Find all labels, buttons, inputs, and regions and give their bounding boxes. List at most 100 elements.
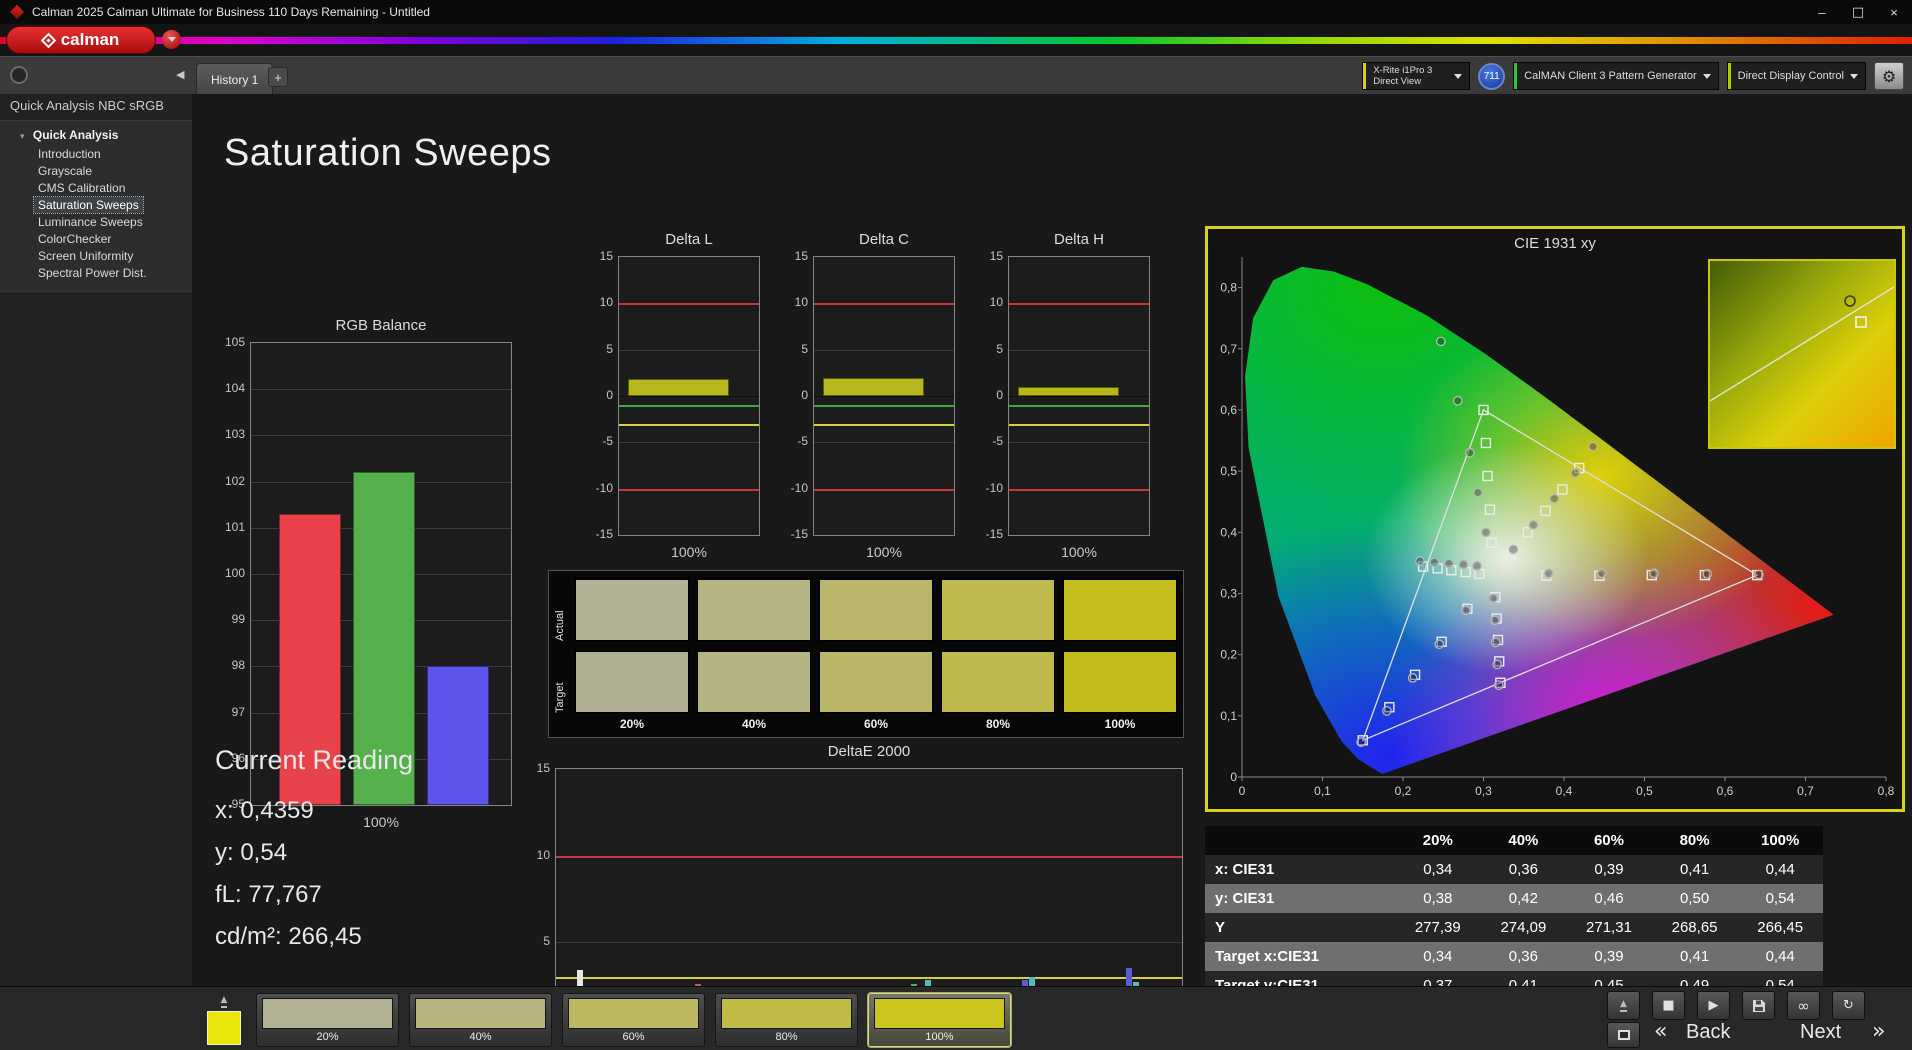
row-label: Target x:CIE31 <box>1205 942 1395 971</box>
maximize-button[interactable]: □ <box>1840 0 1876 24</box>
window-controls: – □ × <box>1804 0 1912 24</box>
patch-button-60%[interactable]: 60% <box>562 993 705 1047</box>
measured-point <box>1588 441 1598 452</box>
cell-value: 0,39 <box>1566 855 1652 884</box>
patch-button-100%[interactable]: 100% <box>868 993 1011 1047</box>
reference-line <box>619 488 759 491</box>
tree-item-colorchecker[interactable]: ColorChecker <box>34 231 115 247</box>
loop-button[interactable]: ∞ <box>1787 991 1820 1020</box>
tree-item-grayscale[interactable]: Grayscale <box>34 163 96 179</box>
close-button[interactable]: × <box>1876 0 1912 24</box>
tree-item-introduction[interactable]: Introduction <box>34 146 105 162</box>
measured-point <box>1528 520 1539 530</box>
tree-item-cms-calibration[interactable]: CMS Calibration <box>34 180 129 196</box>
svg-text:0,2: 0,2 <box>1395 784 1412 798</box>
reference-line <box>1009 303 1149 306</box>
next-chevron-icon[interactable]: » <box>1872 1019 1885 1044</box>
measured-point <box>1481 527 1491 538</box>
reading-y: y: 0,54 <box>215 839 288 866</box>
y-axis-tick: 0 <box>606 388 613 402</box>
tree-root[interactable]: ▾ Quick Analysis <box>0 126 192 145</box>
refresh-button[interactable]: ↻ <box>1832 991 1865 1020</box>
meter-accent <box>1363 63 1367 89</box>
tree-item-screen-uniformity[interactable]: Screen Uniformity <box>34 248 137 264</box>
sidebar: Quick Analysis NBC sRGB ▾ Quick Analysis… <box>0 94 192 986</box>
add-tab-button[interactable]: + <box>268 67 288 87</box>
tree-item-saturation-sweeps[interactable]: Saturation Sweeps <box>33 196 144 214</box>
measured-point <box>1407 673 1418 683</box>
swatch-actual-80% <box>941 579 1055 641</box>
swatch-target-80% <box>941 651 1055 713</box>
delta-h-chart: Delta H 100% -15 -10 -5 0 5 10 15 <box>986 231 1150 560</box>
y-axis-tick: 5 <box>543 934 550 949</box>
calman-logo[interactable]: calman <box>6 26 156 54</box>
y-axis-tick: 105 <box>224 335 245 349</box>
y-axis-tick: 103 <box>224 427 245 442</box>
minimize-button[interactable]: – <box>1804 0 1840 24</box>
swatch-actual-20% <box>575 579 689 641</box>
eject-icon: ▲ <box>220 996 228 1008</box>
svg-text:0,6: 0,6 <box>1717 784 1734 798</box>
tab-history-1[interactable]: History 1 <box>196 63 274 95</box>
active-color-patch[interactable] <box>207 1011 241 1045</box>
zero-axis <box>814 396 954 397</box>
patch-label: 20% <box>316 1031 339 1043</box>
svg-text:0,7: 0,7 <box>1220 342 1237 356</box>
patch-label: 40% <box>469 1031 492 1043</box>
column-header <box>1205 826 1395 855</box>
measured-point <box>1596 568 1607 579</box>
eject-button[interactable]: ▲ <box>1607 991 1640 1020</box>
cie-chart-panel: CIE 1931 xy 0 0 0,1 0,1 0,2 0,2 0,3 0,3 … <box>1205 226 1905 812</box>
cie-zoom-view <box>1709 261 1895 447</box>
reference-line <box>814 423 954 426</box>
tree-item-luminance-sweeps[interactable]: Luminance Sweeps <box>34 214 147 230</box>
y-axis-tick: 0 <box>996 388 1003 402</box>
cell-value: 0,38 <box>1395 884 1481 913</box>
pattern-source-selector[interactable]: CalMAN Client 3 Pattern Generator <box>1513 62 1719 90</box>
measured-point <box>1702 569 1713 579</box>
snapshot-button[interactable] <box>10 66 28 84</box>
workflow-title: Quick Analysis NBC sRGB <box>10 98 164 113</box>
column-header: 100% <box>1737 826 1823 855</box>
patch-button-20%[interactable]: 20% <box>256 993 399 1047</box>
settings-gear-button[interactable]: ⚙ <box>1874 62 1904 90</box>
chevron-down-icon <box>167 37 176 42</box>
rgb-balance-chart: RGB Balance 100% 95 96 97 98 99 100 101 102 103 1… <box>225 317 512 830</box>
back-chevron-icon[interactable]: « <box>1654 1019 1667 1044</box>
back-button[interactable]: Back <box>1686 1021 1730 1044</box>
chart-title: DeltaE 2000 <box>827 743 911 760</box>
meter-status-badge[interactable]: 711 <box>1478 62 1506 90</box>
patch-button-40%[interactable]: 40% <box>409 993 552 1047</box>
stop-button[interactable]: ■ <box>1652 991 1685 1020</box>
gridline <box>1009 442 1149 444</box>
patch-button-80%[interactable]: 80% <box>715 993 858 1047</box>
logo-menu-button[interactable] <box>162 30 181 49</box>
display-control-selector[interactable]: Direct Display Control <box>1726 62 1866 90</box>
y-axis-tick: 10 <box>599 295 613 310</box>
cell-value: 0,50 <box>1651 884 1738 913</box>
meter-selector[interactable]: X-Rite i1Pro 3 Direct View <box>1362 62 1471 90</box>
row-label: y: CIE31 <box>1205 884 1395 913</box>
delta-bar <box>628 379 729 396</box>
save-button[interactable] <box>1742 991 1775 1020</box>
measured-point <box>1452 395 1463 406</box>
stop-all-button[interactable] <box>1607 1022 1640 1048</box>
cell-value: 0,42 <box>1480 884 1567 913</box>
play-button[interactable]: ▶ <box>1697 991 1730 1020</box>
measured-point <box>1415 556 1425 566</box>
measured-point <box>1460 605 1471 616</box>
next-button[interactable]: Next <box>1800 1021 1841 1044</box>
display-control-label: Direct Display Control <box>1737 70 1844 82</box>
tree-item-spectral-power-dist-[interactable]: Spectral Power Dist. <box>34 265 151 281</box>
reference-line <box>1009 488 1149 491</box>
sidebar-collapse-icon[interactable]: ◀ <box>176 68 184 81</box>
y-axis-tick: 15 <box>599 249 613 263</box>
gridline <box>251 389 511 391</box>
reference-line <box>619 405 759 408</box>
measured-point <box>1570 468 1581 478</box>
patch-label: 60% <box>622 1031 645 1043</box>
reading-x: x: 0,4359 <box>215 797 314 824</box>
cell-value: 0,36 <box>1480 942 1567 971</box>
svg-text:0,1: 0,1 <box>1314 784 1331 798</box>
svg-text:0,5: 0,5 <box>1220 464 1237 478</box>
